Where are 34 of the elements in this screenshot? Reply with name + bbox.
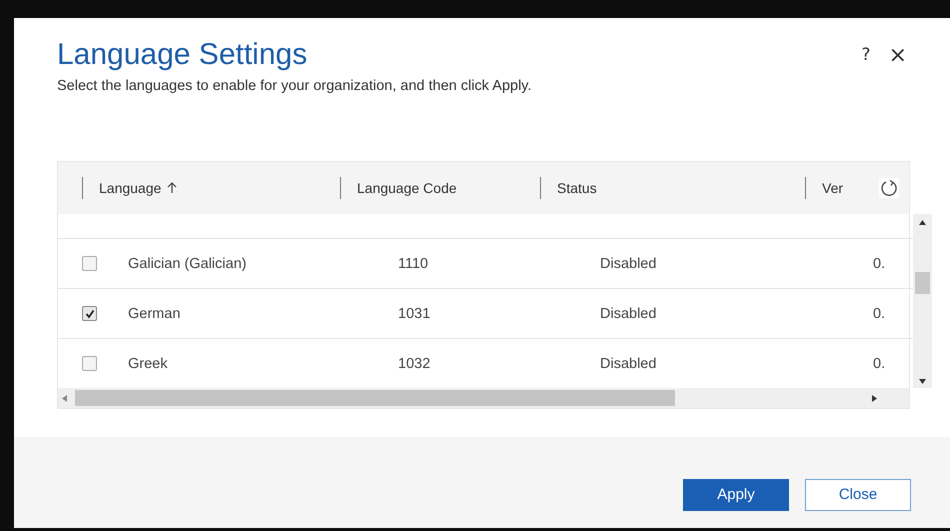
table-cell: Galician (Galician) bbox=[128, 256, 246, 272]
table-cell: 0. bbox=[873, 256, 886, 272]
scroll-right-icon[interactable] bbox=[872, 394, 877, 402]
table-cell: Disabled bbox=[600, 356, 656, 372]
column-header[interactable]: Ver bbox=[822, 180, 844, 196]
column-header[interactable]: Language Code bbox=[357, 180, 457, 196]
table-cell: German bbox=[128, 306, 180, 322]
table-cell: Disabled bbox=[600, 306, 656, 322]
table-cell: Disabled bbox=[600, 256, 656, 272]
row-checkbox[interactable] bbox=[82, 306, 97, 321]
close-button[interactable]: × bbox=[886, 40, 910, 70]
help-button[interactable]: ? bbox=[858, 40, 874, 70]
scroll-up-icon[interactable] bbox=[919, 220, 926, 225]
horizontal-scrollbar[interactable] bbox=[58, 388, 909, 408]
table-cell: 1110 bbox=[398, 256, 428, 272]
vertical-scrollbar[interactable] bbox=[913, 214, 932, 388]
table-cell: 0. bbox=[873, 306, 886, 322]
row-checkbox[interactable] bbox=[82, 356, 97, 371]
column-header[interactable]: Status bbox=[557, 180, 597, 196]
table-cell: 1032 bbox=[398, 356, 430, 372]
scroll-left-icon[interactable] bbox=[62, 394, 67, 402]
table-cell: 0. bbox=[873, 356, 886, 372]
scroll-down-icon[interactable] bbox=[919, 379, 926, 384]
scroll-thumb[interactable] bbox=[915, 272, 930, 294]
apply-button[interactable]: Apply bbox=[683, 478, 789, 510]
refresh-icon[interactable] bbox=[879, 178, 899, 198]
close-dialog-button[interactable]: Close bbox=[805, 478, 911, 510]
dialog-subtitle: Select the languages to enable for your organization, and then click Apply. bbox=[57, 78, 533, 94]
dialog-title: Language Settings bbox=[57, 38, 308, 72]
table-cell: Greek bbox=[128, 356, 168, 372]
scroll-thumb[interactable] bbox=[75, 390, 675, 406]
table-cell: 1031 bbox=[398, 306, 430, 322]
column-header[interactable]: Language bbox=[99, 180, 162, 196]
row-checkbox[interactable] bbox=[82, 256, 97, 271]
